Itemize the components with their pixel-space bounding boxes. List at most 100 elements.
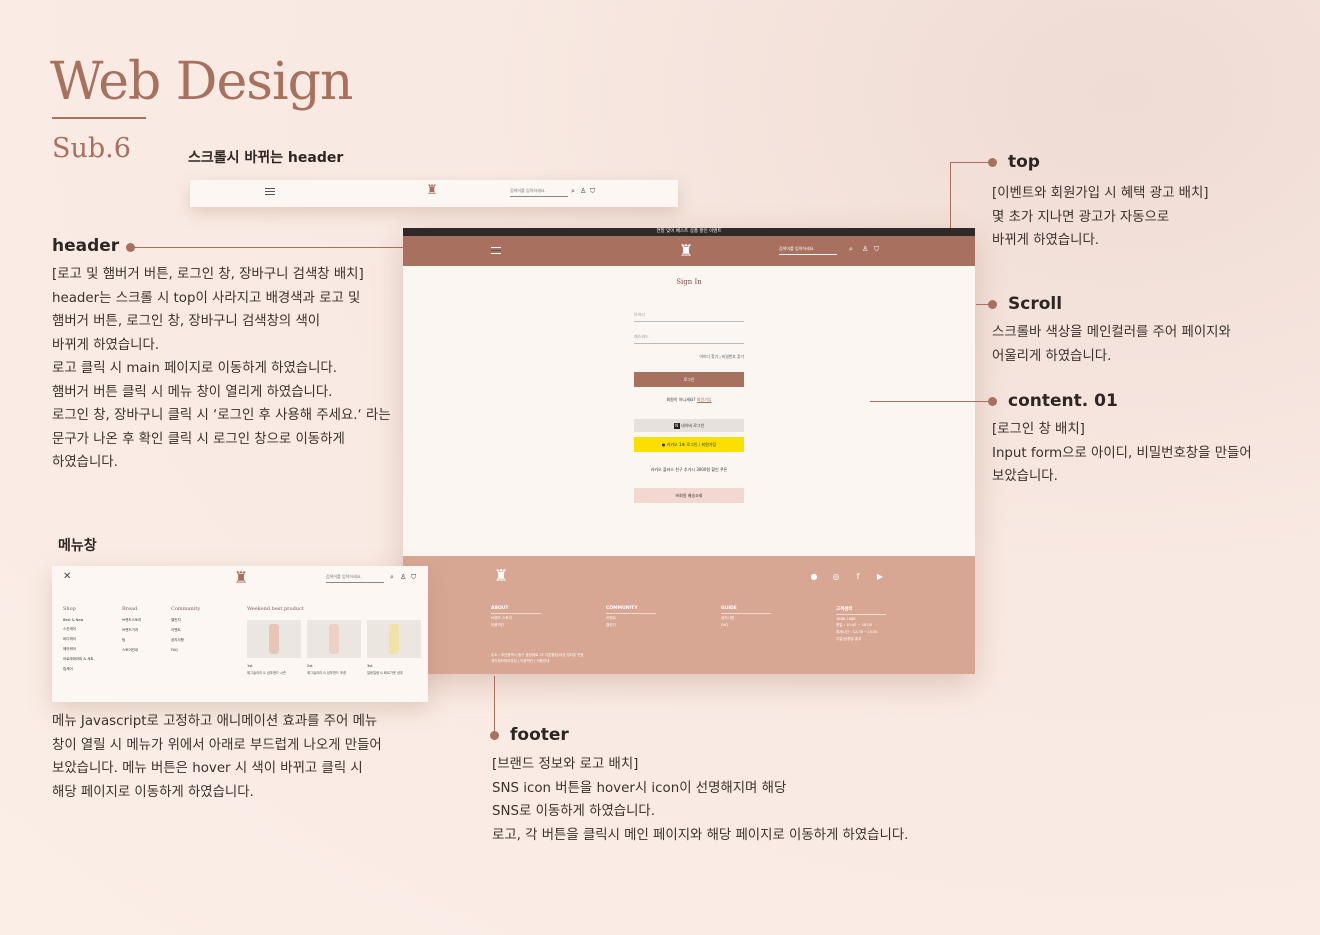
- naver-login-button[interactable]: N 네이버 로그인: [634, 419, 744, 432]
- footer-logo-icon[interactable]: ♜: [491, 566, 511, 585]
- hamburger-icon[interactable]: [265, 188, 275, 195]
- menu-col-bread[interactable]: Bread: [122, 606, 137, 612]
- login-page-mockup: 연말 맞이 베스트 상품 할인 이벤트 ♜ 검색어를 입력하세요. ⌕ ♙ ⛉ …: [403, 228, 975, 674]
- search-input[interactable]: 검색어를 입력하세요.: [326, 574, 384, 583]
- header-pointer-line: [134, 247, 403, 248]
- menu-item[interactable]: 이벤트: [171, 628, 184, 633]
- guest-order-button[interactable]: 비회원 배송조회: [634, 488, 744, 503]
- search-icon[interactable]: ⌕: [849, 246, 853, 253]
- join-link[interactable]: 회원가입: [697, 397, 712, 402]
- login-content: Sign In 아이디 패스워드 아이디 찾기 | 비밀번호 찾기 로그인 회원…: [403, 266, 975, 556]
- footer-link[interactable]: FAQ: [721, 623, 771, 627]
- footer-col-about: ABOUT 브랜드 스토리 이용약관: [491, 606, 541, 628]
- menu-item[interactable]: 립케어: [63, 667, 94, 672]
- user-icon[interactable]: ♙: [400, 574, 406, 581]
- menu-section-title: 메뉴창: [58, 538, 97, 554]
- title-underline: [52, 117, 146, 119]
- password-input[interactable]: 패스워드: [634, 332, 744, 344]
- menu-col-shop[interactable]: Shop: [63, 606, 76, 612]
- kakao-login-button[interactable]: ● 카카오 1초 로그인 / 회원가입: [634, 437, 744, 452]
- content-pointer-line: [870, 401, 990, 402]
- menu-item[interactable]: 챌린지: [171, 618, 184, 623]
- footer-link[interactable]: 공지사항: [721, 616, 771, 621]
- menu-item[interactable]: 브랜드가치: [122, 628, 141, 633]
- menu-item[interactable]: 아로마테라피 & 세트: [63, 657, 94, 662]
- menu-bread-list: 브랜드스토리 브랜드가치 팀 스토어안내: [122, 613, 141, 653]
- hamburger-icon[interactable]: [491, 247, 501, 254]
- menu-item[interactable]: 스킨케어: [63, 627, 94, 632]
- user-icon[interactable]: ♙: [862, 246, 868, 253]
- search-icon[interactable]: ⌕: [390, 574, 394, 581]
- content-pointer-dot: [988, 397, 997, 406]
- footer-col-customer: 고객센터 1688-1688 평일 : 10:00 ~ 18:00 휴게시간 :…: [836, 606, 886, 642]
- content-section-title: content. 01: [1008, 391, 1118, 411]
- top-section-desc: [이벤트와 회원가입 시 혜택 광고 배치] 몇 초가 지나면 광고가 자동으로…: [992, 186, 1209, 248]
- cart-icon[interactable]: ⛉: [411, 574, 416, 581]
- product-image: [389, 624, 399, 654]
- youtube-icon[interactable]: ▶: [875, 572, 885, 582]
- login-button[interactable]: 로그인: [634, 372, 744, 387]
- cart-icon[interactable]: ⛉: [590, 188, 595, 195]
- product-card[interactable]: [367, 620, 421, 658]
- product-name[interactable]: 에그슬러리 & 샴푸앤드 포켓: [307, 670, 346, 675]
- page-subtitle: Sub.6: [52, 133, 131, 164]
- menu-item[interactable]: 팀: [122, 638, 141, 643]
- menu-community-list: 챌린지 이벤트 공지사항 FAQ: [171, 613, 184, 652]
- footer-pointer-line: [494, 676, 495, 732]
- menu-item[interactable]: 스토어안내: [122, 648, 141, 653]
- best-product-head: Weekend best product: [247, 606, 304, 612]
- find-pw-link[interactable]: 비밀번호 찾기: [722, 354, 744, 359]
- footer-link[interactable]: 챌린지: [606, 623, 656, 628]
- footer-link[interactable]: 브랜드 스토리: [491, 616, 541, 621]
- content-section-desc: [로그인 창 배치] Input form으로 아이디, 비밀번호창을 만들어 …: [992, 422, 1252, 484]
- kakao-login-label: 카카오 1초 로그인 / 회원가입: [666, 442, 717, 447]
- product-rank: 1st: [247, 664, 253, 668]
- product-card[interactable]: [247, 620, 301, 658]
- footer-policy-links[interactable]: 개인정보처리방침 | 이용약관 | 이용안내: [491, 659, 549, 664]
- logo-icon[interactable]: ♜: [675, 241, 697, 260]
- signin-title: Sign In: [676, 278, 702, 286]
- product-image: [329, 624, 339, 654]
- top-banner[interactable]: 연말 맞이 베스트 상품 할인 이벤트: [403, 228, 975, 236]
- cart-icon[interactable]: ⛉: [874, 246, 879, 253]
- menu-col-community[interactable]: Community: [171, 606, 200, 612]
- search-icon[interactable]: ⌕: [571, 188, 575, 195]
- find-id-link[interactable]: 아이디 찾기: [699, 354, 718, 359]
- instagram-icon[interactable]: ◎: [831, 572, 841, 582]
- menu-item[interactable]: 헤어케어: [63, 647, 94, 652]
- page-title: Web Design: [50, 52, 353, 112]
- logo-icon[interactable]: ♜: [230, 568, 252, 587]
- footer-address: 주소 : 부산광역시 중구 중앙대로 2F 다온빵집/대표 정다온 번호: [491, 653, 584, 657]
- scroll-section-title: Scroll: [1008, 294, 1063, 314]
- menu-item[interactable]: FAQ: [171, 648, 184, 652]
- product-name[interactable]: 에그슬러리 & 샴푸앤드 시즌: [247, 670, 286, 675]
- menu-item[interactable]: Best & New: [63, 618, 94, 622]
- footer-col-head[interactable]: COMMUNITY: [606, 606, 656, 614]
- menu-item[interactable]: 브랜드스토리: [122, 618, 141, 623]
- user-icon[interactable]: ♙: [580, 188, 586, 195]
- footer-col-guide: GUIDE 공지사항 FAQ: [721, 606, 771, 627]
- search-input[interactable]: 검색어를 입력하세요.: [510, 188, 568, 197]
- close-icon[interactable]: ✕: [63, 571, 71, 582]
- footer-link[interactable]: 이벤트: [606, 616, 656, 621]
- footer-col-head[interactable]: ABOUT: [491, 606, 541, 614]
- top-pointer-line-v: [950, 162, 951, 228]
- footer-col-head: 고객센터: [836, 606, 886, 615]
- logo-icon[interactable]: ♜: [422, 183, 442, 198]
- id-input[interactable]: 아이디: [634, 310, 744, 322]
- menu-shop-list: Best & New 스킨케어 바디케어 헤어케어 아로마테라피 & 세트 립케…: [63, 613, 94, 672]
- footer-link[interactable]: 이용약관: [491, 623, 541, 628]
- header-section-title: header: [52, 236, 120, 256]
- header-section-desc: [로고 및 햄버거 버튼, 로그인 창, 장바구니 검색창 배치] header…: [52, 267, 391, 470]
- menu-item[interactable]: 바디케어: [63, 637, 94, 642]
- top-section-title: top: [1008, 152, 1040, 172]
- product-card[interactable]: [307, 620, 361, 658]
- menu-item[interactable]: 공지사항: [171, 638, 184, 643]
- footer-col-head[interactable]: GUIDE: [721, 606, 771, 614]
- search-input[interactable]: 검색어를 입력하세요.: [779, 246, 837, 255]
- product-name[interactable]: 일랑일랑 & 베르가못 샴푸: [367, 670, 403, 675]
- facebook-icon[interactable]: f: [853, 572, 863, 582]
- kakao-coupon-note: 카카오 플러스 친구 추가시 3000원 할인 쿠폰: [650, 467, 728, 472]
- kakaotalk-icon[interactable]: ●: [809, 572, 819, 582]
- top-pointer-line-h: [950, 162, 990, 163]
